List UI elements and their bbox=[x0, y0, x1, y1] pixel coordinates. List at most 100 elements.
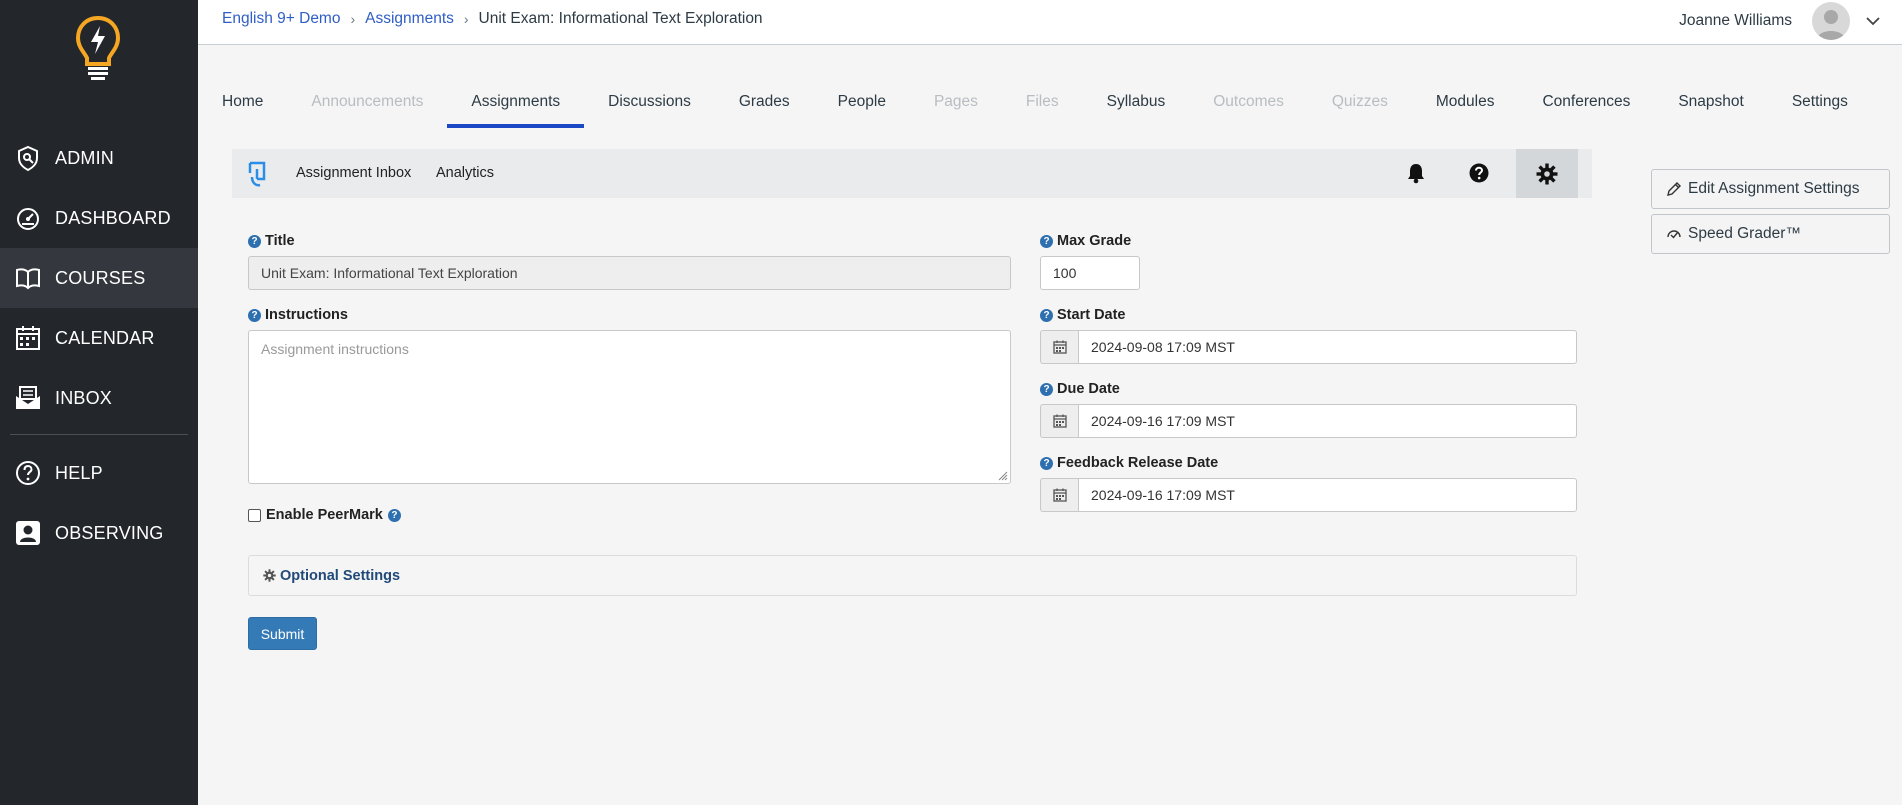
user-menu[interactable]: Joanne Williams bbox=[1679, 2, 1882, 40]
chevron-right-icon: › bbox=[350, 11, 356, 27]
calendar-icon bbox=[14, 324, 42, 352]
pencil-icon bbox=[1667, 182, 1681, 196]
question-mark-icon[interactable]: ? bbox=[387, 508, 401, 522]
optional-settings-toggle[interactable]: Optional Settings bbox=[248, 555, 1577, 596]
tab-conferences[interactable]: Conferences bbox=[1542, 82, 1630, 126]
user-name: Joanne Williams bbox=[1679, 12, 1792, 29]
instructions-label: ? Instructions bbox=[248, 307, 348, 323]
tab-home[interactable]: Home bbox=[222, 82, 263, 126]
peermark-label[interactable]: Enable PeerMark bbox=[266, 507, 383, 523]
question-mark-icon[interactable]: ? bbox=[248, 234, 261, 248]
tab-discussions[interactable]: Discussions bbox=[608, 82, 691, 126]
question-mark-icon[interactable]: ? bbox=[1040, 382, 1053, 396]
question-mark-icon[interactable]: ? bbox=[1040, 456, 1053, 470]
due-date-group: 2024-09-16 17:09 MST bbox=[1040, 404, 1577, 438]
tab-people[interactable]: People bbox=[838, 82, 886, 126]
avatar[interactable] bbox=[1812, 2, 1850, 40]
analytics-link[interactable]: Analytics bbox=[436, 165, 494, 181]
nav-item-label: HELP bbox=[55, 462, 103, 483]
title-label: ? Title bbox=[248, 233, 295, 249]
nav-item-help[interactable]: HELP bbox=[0, 443, 198, 503]
help-icon[interactable] bbox=[1467, 161, 1491, 185]
instructions-label-text: Instructions bbox=[265, 307, 348, 323]
lightbulb-logo-icon[interactable] bbox=[74, 14, 122, 84]
nav-item-dashboard[interactable]: DASHBOARD bbox=[0, 188, 198, 248]
speed-grader-label: Speed Grader™ bbox=[1688, 225, 1801, 242]
chevron-right-icon: › bbox=[463, 11, 469, 27]
peermark-checkbox[interactable] bbox=[248, 508, 261, 522]
feedback-release-date-input[interactable]: 2024-09-16 17:09 MST bbox=[1078, 478, 1577, 512]
help-circle-icon bbox=[14, 459, 42, 487]
start-date-group: 2024-09-08 17:09 MST bbox=[1040, 330, 1577, 364]
speed-grader-icon bbox=[1667, 230, 1681, 239]
due-date-label: ? Due Date bbox=[1040, 381, 1120, 397]
settings-gear-button[interactable] bbox=[1516, 149, 1578, 198]
edit-assignment-settings-label: Edit Assignment Settings bbox=[1688, 180, 1860, 197]
max-grade-input[interactable]: 100 bbox=[1040, 256, 1140, 290]
tab-pages[interactable]: Pages bbox=[934, 82, 978, 126]
nav-item-admin[interactable]: ADMIN bbox=[0, 128, 198, 188]
due-date-input[interactable]: 2024-09-16 17:09 MST bbox=[1078, 404, 1577, 438]
chevron-down-icon[interactable] bbox=[1864, 12, 1882, 30]
global-nav-sidebar: ADMIN DASHBOARD COURSES CALENDAR INBOX H… bbox=[0, 0, 198, 805]
user-badge-icon bbox=[14, 519, 42, 547]
max-grade-label-text: Max Grade bbox=[1057, 233, 1132, 249]
tool-toolbar: Assignment Inbox Analytics bbox=[232, 149, 1592, 198]
question-mark-icon[interactable]: ? bbox=[1040, 234, 1053, 248]
tab-snapshot[interactable]: Snapshot bbox=[1678, 82, 1744, 126]
tab-syllabus[interactable]: Syllabus bbox=[1107, 82, 1166, 126]
feedback-release-date-label-text: Feedback Release Date bbox=[1057, 455, 1219, 471]
edit-assignment-settings-button[interactable]: Edit Assignment Settings bbox=[1651, 169, 1890, 209]
tab-grades[interactable]: Grades bbox=[739, 82, 790, 126]
tab-files[interactable]: Files bbox=[1026, 82, 1059, 126]
max-grade-label: ? Max Grade bbox=[1040, 233, 1131, 249]
nav-item-observing[interactable]: OBSERVING bbox=[0, 503, 198, 563]
gear-icon bbox=[1536, 163, 1558, 184]
title-field[interactable]: Unit Exam: Informational Text Exploratio… bbox=[248, 256, 1011, 290]
gear-icon bbox=[263, 569, 276, 582]
nav-item-label: OBSERVING bbox=[55, 522, 164, 543]
book-icon bbox=[14, 264, 42, 292]
speed-grader-button[interactable]: Speed Grader™ bbox=[1651, 214, 1890, 254]
tab-assignments[interactable]: Assignments bbox=[447, 82, 584, 128]
breadcrumb-assignments-link[interactable]: Assignments bbox=[365, 10, 454, 28]
question-mark-icon[interactable]: ? bbox=[1040, 308, 1053, 322]
assignment-inbox-link[interactable]: Assignment Inbox bbox=[296, 165, 411, 181]
question-mark-icon[interactable]: ? bbox=[248, 308, 261, 322]
tab-outcomes[interactable]: Outcomes bbox=[1213, 82, 1284, 126]
tab-announcements[interactable]: Announcements bbox=[311, 82, 423, 126]
start-date-label: ? Start Date bbox=[1040, 307, 1126, 323]
turnitin-logo-icon[interactable] bbox=[246, 159, 270, 189]
shield-icon bbox=[14, 144, 42, 172]
top-bar: English 9+ Demo › Assignments › Unit Exa… bbox=[198, 0, 1902, 45]
instructions-placeholder: Assignment instructions bbox=[261, 341, 409, 357]
course-tabs: Home Announcements Assignments Discussio… bbox=[198, 82, 1902, 128]
nav-item-label: ADMIN bbox=[55, 147, 114, 168]
peermark-row: Enable PeerMark ? bbox=[248, 507, 401, 523]
start-date-label-text: Start Date bbox=[1057, 307, 1126, 323]
instructions-textarea[interactable]: Assignment instructions bbox=[248, 330, 1011, 484]
calendar-icon[interactable] bbox=[1040, 404, 1078, 438]
calendar-icon[interactable] bbox=[1040, 330, 1078, 364]
nav-item-courses[interactable]: COURSES bbox=[0, 248, 198, 308]
resize-handle-icon[interactable] bbox=[996, 469, 1008, 481]
title-label-text: Title bbox=[265, 233, 295, 249]
nav-item-label: CALENDAR bbox=[55, 327, 155, 348]
start-date-input[interactable]: 2024-09-08 17:09 MST bbox=[1078, 330, 1577, 364]
nav-item-label: COURSES bbox=[55, 267, 146, 288]
breadcrumb-course-link[interactable]: English 9+ Demo bbox=[222, 10, 340, 28]
breadcrumb: English 9+ Demo › Assignments › Unit Exa… bbox=[222, 10, 763, 28]
tab-settings[interactable]: Settings bbox=[1792, 82, 1848, 126]
nav-divider bbox=[10, 434, 188, 435]
tab-quizzes[interactable]: Quizzes bbox=[1332, 82, 1388, 126]
inbox-icon bbox=[14, 384, 42, 412]
nav-item-inbox[interactable]: INBOX bbox=[0, 368, 198, 428]
nav-item-calendar[interactable]: CALENDAR bbox=[0, 308, 198, 368]
bell-icon[interactable] bbox=[1404, 161, 1428, 185]
tab-modules[interactable]: Modules bbox=[1436, 82, 1495, 126]
calendar-icon[interactable] bbox=[1040, 478, 1078, 512]
global-nav: ADMIN DASHBOARD COURSES CALENDAR INBOX H… bbox=[0, 128, 198, 563]
nav-item-label: DASHBOARD bbox=[55, 207, 171, 228]
speedometer-icon bbox=[14, 204, 42, 232]
submit-button[interactable]: Submit bbox=[248, 617, 317, 650]
